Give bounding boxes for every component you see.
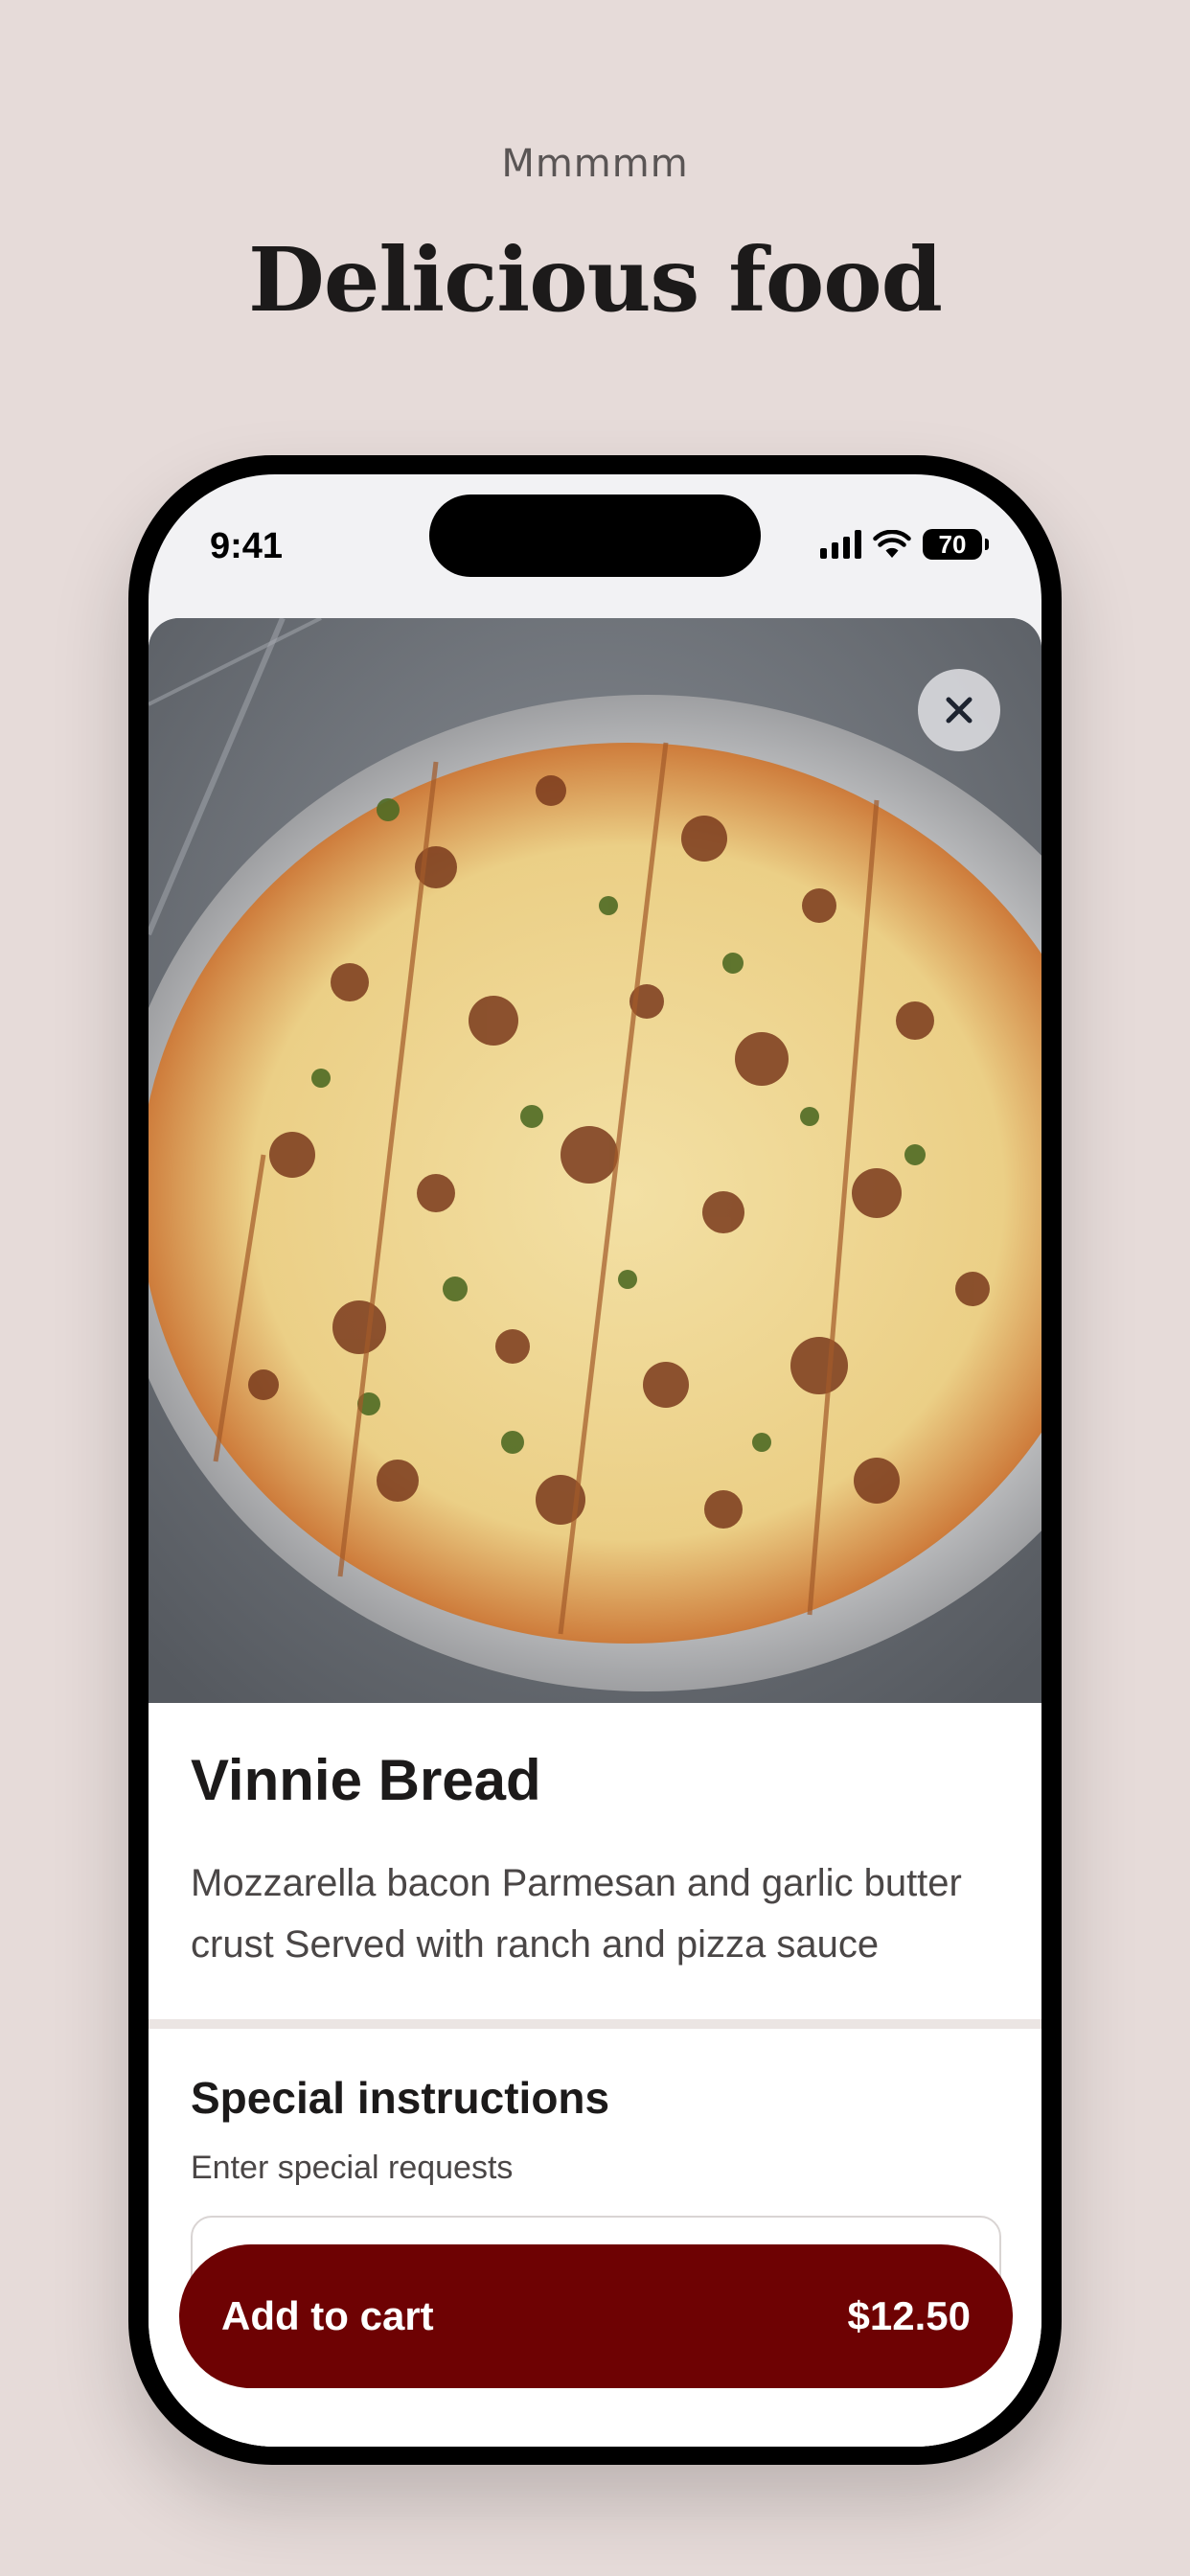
home-indicator-area — [149, 2418, 1041, 2447]
status-bar: 9:41 70 — [149, 474, 1041, 618]
item-detail-sheet: Vinnie Bread Mozzarella bacon Parmesan a… — [149, 618, 1041, 2447]
page-headline: Delicious food — [248, 228, 943, 332]
close-icon — [946, 697, 973, 724]
phone-screen: 9:41 70 Vinnie Bread Mozzarella bacon Pa… — [149, 474, 1041, 2447]
item-description: Mozzarella bacon Parmesan and garlic but… — [191, 1862, 962, 1966]
add-to-cart-button[interactable]: Add to cart $12.50 — [179, 2244, 1013, 2388]
status-time: 9:41 — [210, 526, 284, 566]
signal-icon — [820, 530, 861, 559]
item-name: Vinnie Bread — [191, 1748, 541, 1812]
battery-icon: 70 — [923, 529, 989, 560]
add-to-cart-price: $12.50 — [847, 2293, 971, 2338]
special-instructions-subtitle: Enter special requests — [191, 2150, 514, 2186]
dynamic-island — [429, 494, 761, 577]
close-button[interactable] — [918, 669, 1000, 751]
status-icons: 70 — [820, 528, 989, 561]
pizza-bread-photo — [149, 618, 1041, 1703]
eyebrow-text: Mmmmm — [501, 142, 689, 186]
section-divider — [149, 2019, 1041, 2029]
add-to-cart-label: Add to cart — [221, 2293, 434, 2338]
wifi-icon — [873, 530, 911, 558]
special-instructions-title: Special instructions — [191, 2073, 610, 2123]
